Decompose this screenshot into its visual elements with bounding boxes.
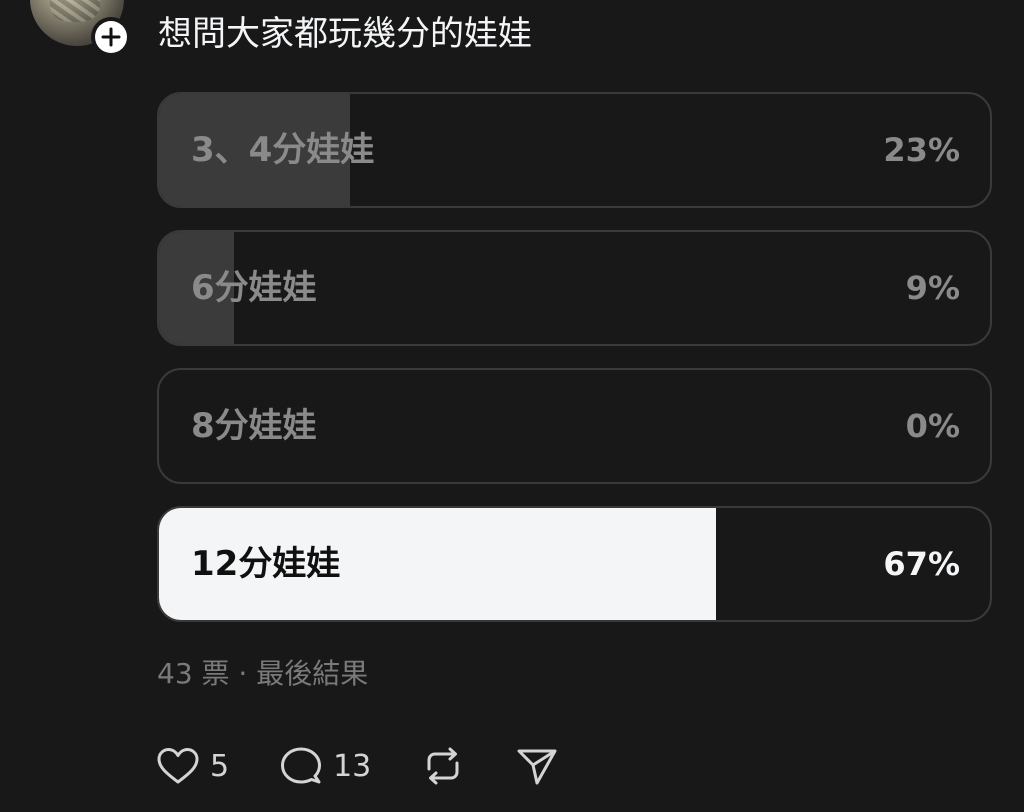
repost-icon [421, 745, 465, 787]
like-button[interactable]: 5 [156, 746, 229, 786]
action-bar: 5 13 [156, 740, 609, 792]
poll-option-label: 3、4分娃娃 [191, 130, 375, 170]
heart-icon [156, 746, 200, 786]
poll-option[interactable]: 6分娃娃 9% [157, 230, 992, 346]
like-count: 5 [210, 748, 230, 784]
reply-button[interactable]: 13 [279, 745, 371, 787]
poll-option-percent: 67% [883, 545, 960, 583]
share-button[interactable] [515, 745, 559, 787]
poll-option-percent: 0% [905, 407, 960, 445]
poll-meta: 43 票 · 最後結果 [157, 657, 369, 690]
poll: 3、4分娃娃 23% 6分娃娃 9% 8分娃娃 0% 12分娃娃 67% [157, 92, 992, 644]
plus-icon [95, 21, 127, 53]
reply-count: 13 [333, 748, 372, 784]
post-text: 想問大家都玩幾分的娃娃 [158, 14, 532, 54]
poll-option-percent: 23% [883, 131, 960, 169]
repost-button[interactable] [421, 745, 465, 787]
threads-post: 想問大家都玩幾分的娃娃 3、4分娃娃 23% 6分娃娃 9% 8分娃娃 0% 1… [0, 0, 1024, 812]
poll-option[interactable]: 12分娃娃 67% [157, 506, 992, 622]
poll-option[interactable]: 3、4分娃娃 23% [157, 92, 992, 208]
poll-option-label: 6分娃娃 [191, 268, 317, 308]
poll-option[interactable]: 8分娃娃 0% [157, 368, 992, 484]
poll-option-percent: 9% [905, 269, 960, 307]
poll-option-label: 8分娃娃 [191, 406, 317, 446]
poll-option-label: 12分娃娃 [191, 544, 341, 584]
share-icon [515, 745, 559, 787]
follow-button[interactable] [91, 17, 131, 57]
comment-icon [279, 745, 323, 787]
